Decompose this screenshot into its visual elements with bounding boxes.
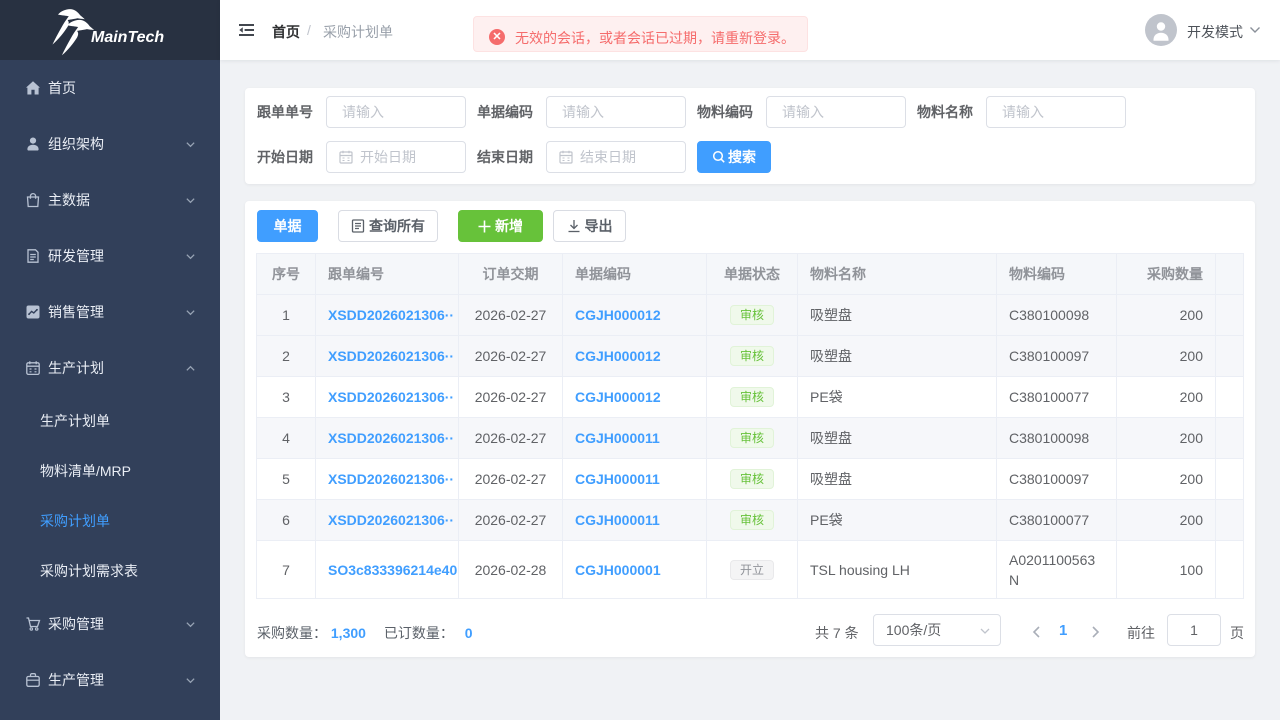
svg-text:MainTech: MainTech (91, 29, 164, 46)
